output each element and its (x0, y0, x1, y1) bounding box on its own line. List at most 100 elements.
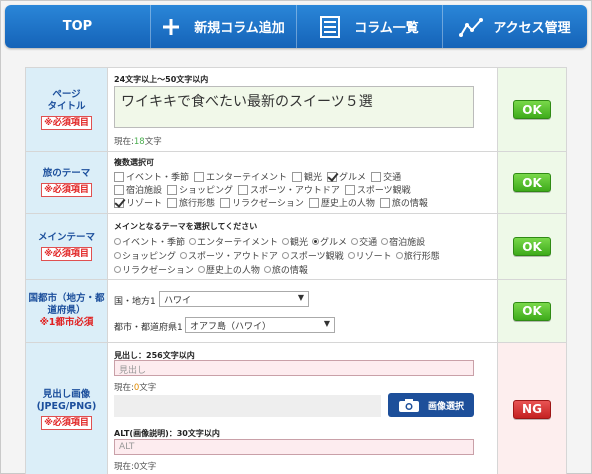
checkbox-box (167, 197, 178, 208)
theme-checkbox[interactable]: 旅行形態 (167, 196, 215, 209)
main-theme-radio[interactable]: リゾート (347, 249, 392, 262)
caption-count: 現在:0文字 (114, 383, 157, 393)
select-image-button[interactable]: 画像選択 (388, 393, 474, 417)
region-field: 国・地方1 ハワイ ▼ 都市・都道府県1 オアフ島（ハワイ） ▼ (109, 280, 497, 342)
country-select[interactable]: ハワイ ▼ (159, 291, 309, 307)
plus-icon (162, 18, 180, 36)
radio-dot (351, 238, 359, 245)
select-image-label: 画像選択 (427, 401, 464, 412)
checkbox-box-checked (114, 197, 124, 208)
chevron-down-icon: ▼ (297, 293, 304, 302)
theme-checkbox[interactable]: 宿泊施設 (114, 183, 162, 196)
image-preview-area (114, 395, 381, 417)
main-theme-radio[interactable]: 歴史上の人物 (197, 263, 260, 276)
theme-status: OK (497, 152, 566, 213)
page-title-status: OK (497, 68, 566, 151)
main-theme-radio[interactable]: スポーツ観戦 (281, 249, 344, 262)
main-theme-radio[interactable]: イベント・季節 (114, 235, 185, 248)
image-field: 見出し：256文字以内 見出し 現在:0文字 画像選択 ALT(画像説明)：30… (109, 343, 497, 474)
main-theme-radio[interactable]: リラクゼーション (114, 263, 194, 276)
main-theme-radio[interactable]: ショッピング (114, 249, 176, 262)
checkbox-box (371, 171, 382, 182)
main-theme-radio[interactable]: 旅行形態 (395, 249, 440, 262)
theme-checkbox[interactable]: 歴史上の人物 (308, 196, 375, 209)
page-title-field: 24文字以上〜50文字以内 ワイキキで食べたい最新のスイーツ５選 現在:18文字 (109, 68, 497, 151)
main-theme-radio[interactable]: グルメ (312, 235, 347, 248)
image-label: 見出し画像 (JPEG/PNG) ※必須項目 (26, 343, 108, 474)
main-theme-field: メインとなるテーマを選択してください イベント・季節 エンターテイメント 観光 … (109, 214, 497, 279)
theme-checkbox[interactable]: 交通 (371, 170, 401, 183)
checkbox-box (194, 171, 205, 182)
image-label-line2: (JPEG/PNG) (36, 400, 97, 412)
theme-checkbox[interactable]: 旅の情報 (379, 196, 428, 209)
form-panel: ページ タイトル ※必須項目 24文字以上〜50文字以内 ワイキキで食べたい最新… (25, 67, 567, 474)
checkbox-box (167, 184, 178, 195)
alt-input[interactable]: ALT (114, 439, 474, 455)
nav-top[interactable]: TOP (5, 5, 151, 48)
nav-new-column[interactable]: 新規コラム追加 (151, 5, 297, 48)
region-label: 国都市（地方・都 道府県） ※1都市必須 (26, 280, 108, 342)
theme-checkbox[interactable]: イベント・季節 (114, 170, 189, 183)
checkbox-box (292, 171, 303, 182)
radio-dot (114, 238, 121, 245)
top-nav: TOP 新規コラム追加 コラム一覧 アクセス管理 (5, 5, 587, 48)
page-title-label: ページ タイトル ※必須項目 (26, 68, 108, 151)
main-theme-label: メインテーマ ※必須項目 (26, 214, 108, 279)
row-page-title: ページ タイトル ※必須項目 24文字以上〜50文字以内 ワイキキで食べたい最新… (26, 68, 566, 152)
theme-checkbox[interactable]: 観光 (292, 170, 322, 183)
image-status: NG (497, 343, 566, 474)
ok-badge: OK (513, 100, 551, 119)
main-theme-status: OK (497, 214, 566, 279)
radio-dot (395, 252, 403, 259)
city-label: 都市・都道府県1 (114, 323, 183, 333)
city-select[interactable]: オアフ島（ハワイ） ▼ (185, 317, 335, 333)
nav-top-label: TOP (62, 19, 93, 34)
alt-count: 現在:0文字 (114, 462, 157, 472)
main-theme-radio[interactable]: 観光 (282, 235, 308, 248)
main-theme-options-row2: ショッピング スポーツ・アウトドア スポーツ観戦 リゾート 旅行形態 (114, 249, 444, 262)
page-title-input[interactable]: ワイキキで食べたい最新のスイーツ５選 (114, 86, 474, 128)
nav-column-list-label: コラム一覧 (354, 21, 419, 36)
nav-column-list[interactable]: コラム一覧 (297, 5, 443, 48)
chart-icon (459, 17, 485, 37)
theme-checkbox[interactable]: エンターテイメント (194, 170, 287, 183)
main-theme-radio[interactable]: 交通 (351, 235, 377, 248)
page-title-label-line2: タイトル (47, 101, 86, 112)
nav-access[interactable]: アクセス管理 (443, 5, 587, 48)
required-badge: ※必須項目 (41, 116, 92, 130)
row-main-theme: メインテーマ ※必須項目 メインとなるテーマを選択してください イベント・季節 … (26, 214, 566, 280)
row-theme: 旅のテーマ ※必須項目 複数選択可 イベント・季節 エンターテイメント 観光 グ… (26, 152, 566, 214)
checkbox-box (238, 184, 249, 195)
theme-checkbox[interactable]: スポーツ観戦 (344, 183, 411, 196)
theme-hint: 複数選択可 (114, 158, 154, 167)
main-theme-radio[interactable]: スポーツ・アウトドア (180, 249, 278, 262)
nav-new-column-label: 新規コラム追加 (194, 21, 285, 36)
list-icon (320, 15, 341, 38)
caption-input[interactable]: 見出し (114, 360, 474, 376)
row-image: 見出し画像 (JPEG/PNG) ※必須項目 見出し：256文字以内 見出し 現… (26, 343, 566, 474)
alt-hint: ALT(画像説明)：30文字以内 (114, 429, 220, 438)
city-select-value: オアフ島（ハワイ） (190, 322, 272, 332)
camera-icon (398, 398, 420, 413)
main-theme-label-text: メインテーマ (37, 232, 95, 243)
main-theme-options-row3: リラクゼーション 歴史上の人物 旅の情報 (114, 263, 312, 276)
theme-options-row3: リゾート 旅行形態 リラクゼーション 歴史上の人物 旅の情報 (114, 196, 433, 209)
main-theme-radio[interactable]: エンターテイメント (189, 235, 278, 248)
theme-checkbox[interactable]: ショッピング (167, 183, 233, 196)
main-theme-radio[interactable]: 旅の情報 (263, 263, 308, 276)
theme-checkbox[interactable]: リゾート (114, 196, 162, 209)
region-label-line2: 道府県） (47, 305, 86, 316)
ok-badge: OK (513, 237, 551, 256)
radio-dot (189, 238, 197, 245)
radio-dot (114, 252, 121, 259)
theme-checkbox[interactable]: グルメ (327, 170, 366, 183)
theme-field: 複数選択可 イベント・季節 エンターテイメント 観光 グルメ 交通 宿泊施設 シ… (109, 152, 497, 213)
page-title-count: 現在:18文字 (114, 137, 162, 147)
country-select-value: ハワイ (164, 296, 192, 306)
region-label-line1: 国都市（地方・都 (28, 293, 105, 304)
theme-checkbox[interactable]: リラクゼーション (220, 196, 304, 209)
radio-dot (347, 252, 355, 259)
main-theme-radio[interactable]: 宿泊施設 (381, 235, 425, 248)
row-region: 国都市（地方・都 道府県） ※1都市必須 国・地方1 ハワイ ▼ 都市・都道府県… (26, 280, 566, 343)
theme-checkbox[interactable]: スポーツ・アウトドア (238, 183, 340, 196)
